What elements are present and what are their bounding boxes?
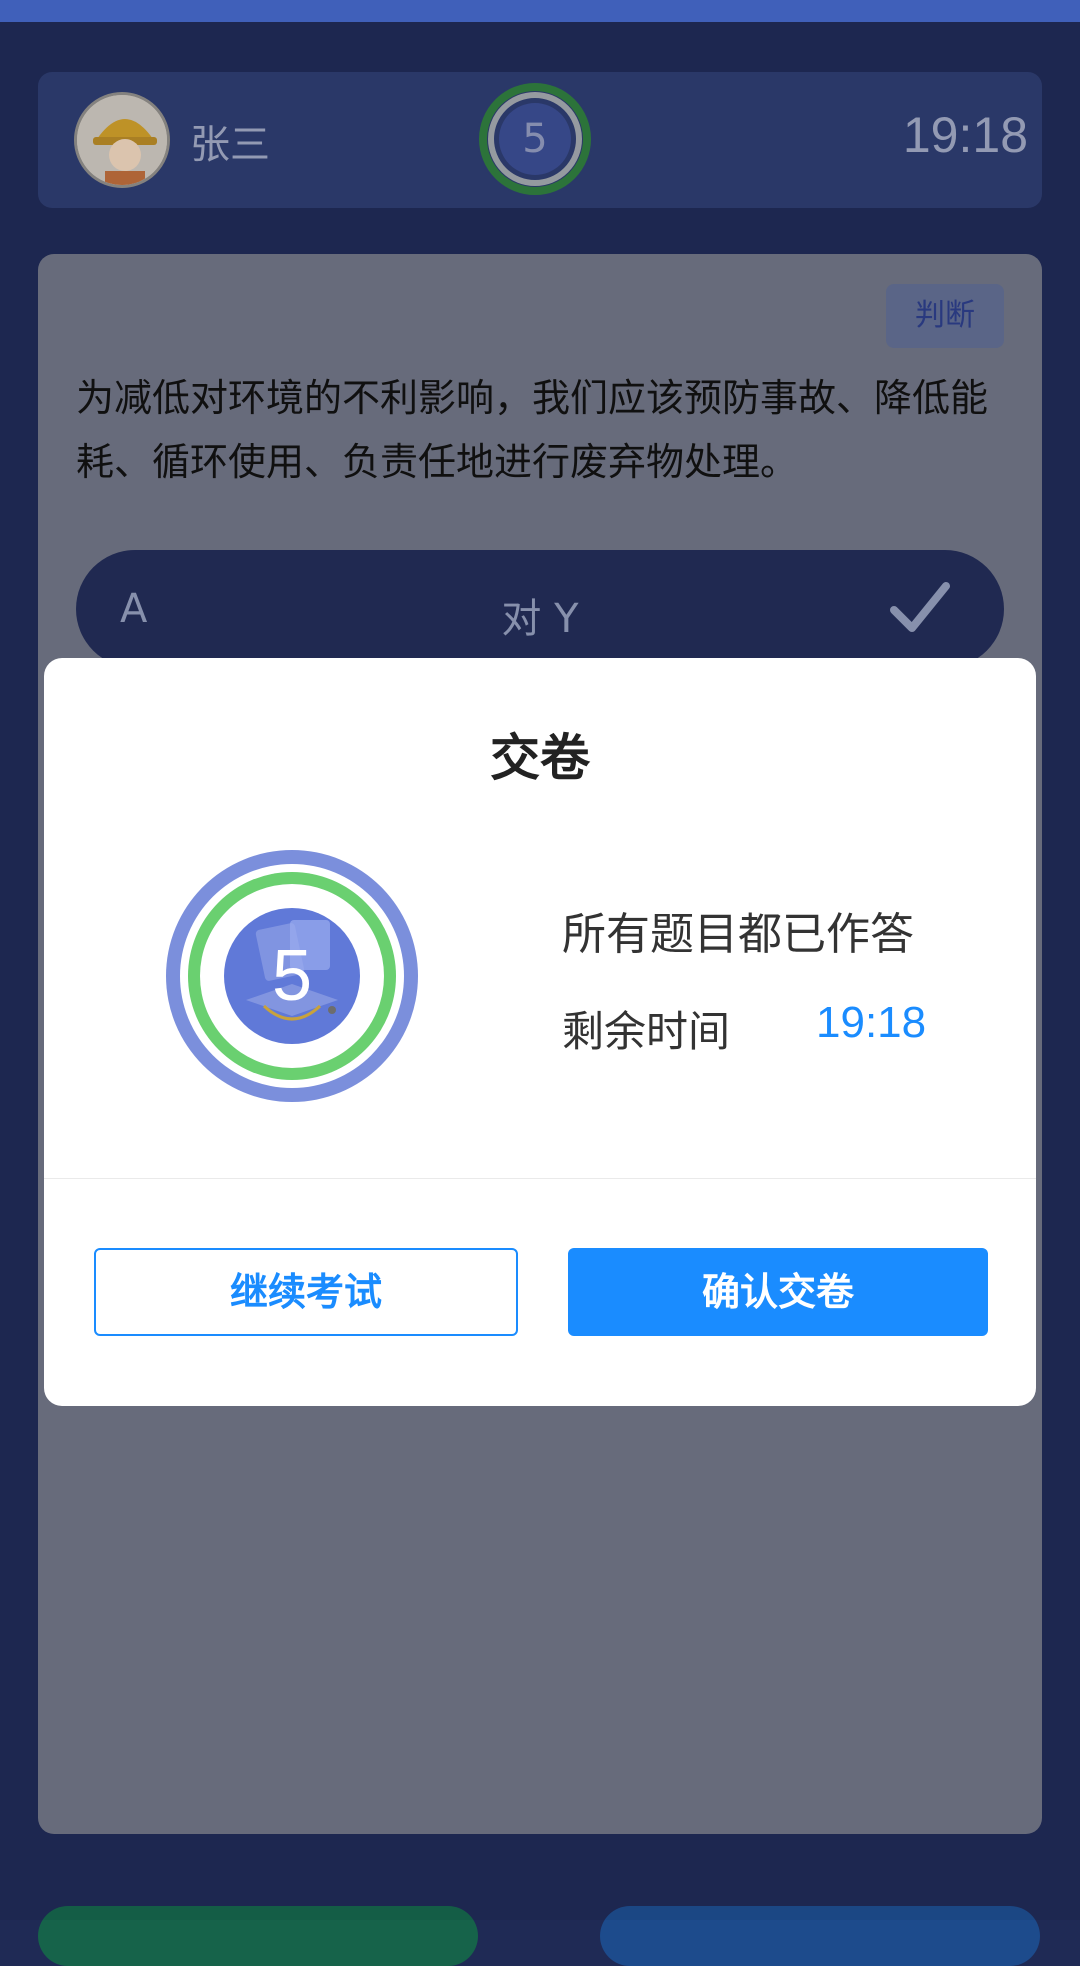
continue-exam-button[interactable]: 继续考试 [94, 1248, 518, 1336]
submit-dialog: 交卷 5 所有题目都已作答 剩余时间 19:18 继续考试 确认交卷 [44, 658, 1036, 1406]
confirm-submit-button[interactable]: 确认交卷 [568, 1248, 988, 1336]
badge-number: 5 [271, 936, 313, 1016]
remaining-time-label: 剩余时间 [562, 1007, 731, 1056]
answer-status: 所有题目都已作答 [562, 909, 914, 960]
question-count-badge-large: 5 [164, 848, 420, 1104]
divider [44, 1178, 1036, 1179]
remaining-time-value: 19:18 [816, 998, 927, 1047]
dialog-title: 交卷 [490, 729, 590, 787]
